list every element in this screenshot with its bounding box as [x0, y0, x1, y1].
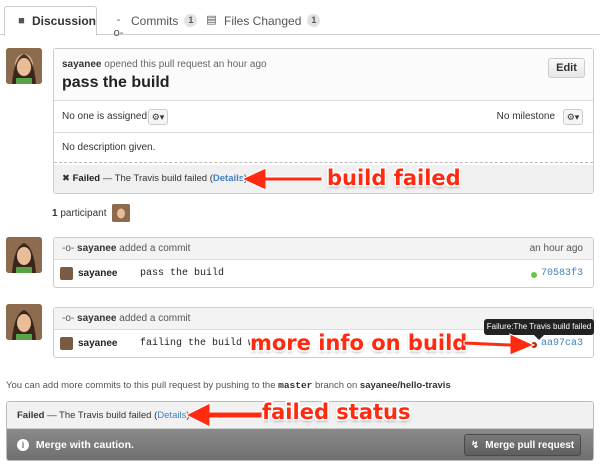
annotation-arrow-icon: [184, 402, 263, 428]
commit-icon: -o-: [62, 313, 75, 324]
branch-name: master: [278, 380, 313, 391]
commit-event-header: -o- sayanee added a commit an hour ago: [54, 238, 593, 260]
merge-pull-request-button[interactable]: ↯ Merge pull request: [464, 434, 581, 456]
repo-name[interactable]: sayanee/hello-travis: [360, 380, 451, 391]
tab-commits-label: Commits: [131, 13, 179, 28]
annotation-more-info: more info on build: [250, 331, 468, 355]
tab-files-changed[interactable]: ▤ Files Changed 1: [205, 6, 321, 35]
commit-event-box: -o- sayanee added a commit an hour ago s…: [53, 237, 594, 288]
build-success-icon[interactable]: [531, 272, 537, 278]
commit-author[interactable]: sayanee: [78, 268, 117, 279]
user-photo-icon: [6, 304, 42, 340]
commit-event-author[interactable]: sayanee: [77, 313, 116, 324]
pr-tab-bar: ■ Discussion -o- Commits 1 ▤ Files Chang…: [0, 0, 600, 39]
merge-status-details-link[interactable]: Details: [157, 410, 186, 421]
pr-meta-text: opened this pull request an hour ago: [104, 59, 267, 70]
commit-author-avatar[interactable]: [60, 267, 73, 280]
info-icon: i: [17, 439, 29, 451]
status-failed-label: Failed: [72, 173, 101, 184]
commit-event-time: an hour ago: [529, 243, 583, 254]
milestone-text: No milestone: [496, 111, 555, 122]
tab-commits-count: 1: [184, 14, 198, 27]
annotation-arrow-icon: [240, 167, 323, 191]
tab-files-changed-label: Files Changed: [224, 13, 302, 28]
participant-avatar[interactable]: [112, 204, 131, 222]
user-photo-icon: [112, 204, 131, 222]
commit-event-author[interactable]: sayanee: [77, 243, 116, 254]
commit-icon: -o-: [113, 14, 124, 39]
pull-request-header: sayanee opened this pull request an hour…: [54, 49, 593, 101]
commit-event-action: added a commit: [119, 243, 191, 254]
tab-discussion[interactable]: ■ Discussion: [4, 6, 97, 36]
user-photo-icon: [6, 48, 42, 84]
assignee-text: No one is assigned: [62, 111, 148, 122]
pull-request-meta: sayanee opened this pull request an hour…: [62, 59, 585, 70]
file-diff-icon: ▤: [206, 14, 217, 26]
close-icon: ✖: [62, 173, 70, 184]
milestone-gear-icon[interactable]: ⚙▾: [563, 109, 583, 125]
merge-status-message: — The Travis build failed (: [47, 410, 158, 421]
speech-bubbles-icon: ■: [18, 14, 25, 27]
push-note: You can add more commits to this pull re…: [6, 380, 451, 391]
avatar[interactable]: [6, 48, 42, 84]
assignee-milestone-row: No one is assigned ⚙▾ No milestone ⚙▾: [54, 101, 593, 133]
annotation-arrow-icon: [463, 333, 536, 356]
avatar[interactable]: [6, 304, 42, 340]
commit-event-action: added a commit: [119, 313, 191, 324]
participants-row: 1 participant: [52, 204, 131, 222]
participant-count: 1: [52, 207, 58, 219]
merge-status-failed: Failed: [17, 410, 45, 421]
edit-button[interactable]: Edit: [548, 58, 585, 78]
push-note-prefix: You can add more commits to this pull re…: [6, 380, 276, 391]
commit-message[interactable]: pass the build: [140, 268, 224, 279]
commit-sha[interactable]: 70583f3: [541, 268, 583, 279]
push-note-middle: branch on: [315, 380, 358, 391]
status-message: — The Travis build failed (: [102, 173, 213, 184]
page-title: pass the build: [62, 74, 170, 91]
pr-description: No description given.: [54, 133, 593, 163]
tab-discussion-label: Discussion: [31, 14, 96, 28]
annotation-build-failed: build failed: [327, 166, 461, 190]
commit-author-avatar[interactable]: [60, 337, 73, 350]
pr-author-link[interactable]: sayanee: [62, 59, 101, 70]
avatar[interactable]: [6, 237, 42, 273]
participant-label: participant: [60, 207, 107, 219]
merge-icon: ↯: [470, 439, 480, 451]
commit-icon: -o-: [62, 243, 75, 254]
merge-caution-text: Merge with caution.: [35, 439, 134, 451]
merge-button-label: Merge pull request: [485, 439, 575, 451]
tab-commits[interactable]: -o- Commits 1: [112, 6, 198, 39]
commit-sha[interactable]: aa97ca3: [541, 338, 583, 349]
user-photo-icon: [6, 237, 42, 273]
assignee-gear-icon[interactable]: ⚙▾: [148, 109, 168, 125]
annotation-failed-status: failed status: [262, 400, 411, 424]
tab-files-changed-count: 1: [307, 14, 321, 27]
merge-bar: i Merge with caution. ↯ Merge pull reque…: [7, 429, 593, 460]
commit-author[interactable]: sayanee: [78, 338, 117, 349]
commit-row: sayanee pass the build 70583f3: [54, 260, 593, 288]
